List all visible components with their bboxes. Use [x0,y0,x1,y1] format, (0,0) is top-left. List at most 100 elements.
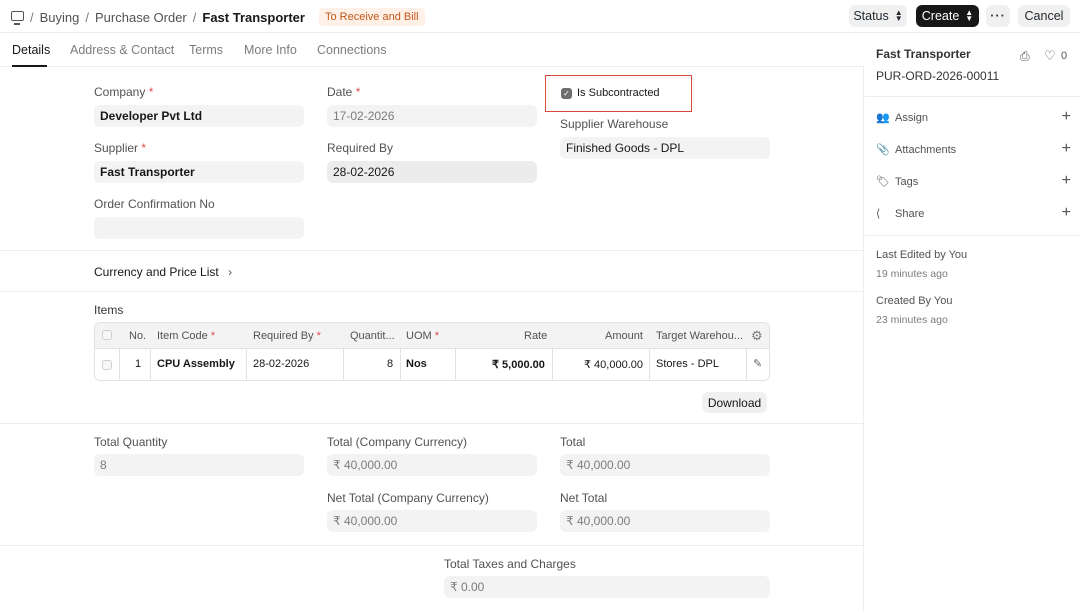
row-rate[interactable]: ₹ 5,000.00 [492,358,545,371]
is-subcontracted-highlight: ✓ Is Subcontracted [545,75,692,112]
printer-icon[interactable]: ⎙ [1020,49,1030,64]
plus-icon[interactable]: + [1062,140,1071,158]
paperclip-icon: 📎 [876,144,890,156]
total-taxes-label: Total Taxes and Charges [444,557,576,571]
col-no: No. [129,330,147,342]
row-item-code[interactable]: CPU Assembly [157,358,235,370]
supplier-warehouse-field[interactable]: Finished Goods - DPL [560,137,770,159]
order-confirmation-field[interactable] [94,217,304,239]
create-button[interactable]: Create ▲ ▼ [916,5,979,27]
col-item-code: Item Code * [157,330,216,342]
section-divider [0,250,864,251]
status-button-label: Status [853,9,889,23]
heart-icon[interactable]: ♡ [1044,48,1056,64]
download-button[interactable]: Download [702,392,767,413]
monitor-icon[interactable] [11,11,24,25]
col-uom: UOM * [406,330,440,342]
total-label: Total [560,435,586,449]
total-taxes-field: ₹ 0.00 [444,576,770,598]
attachments-label: Attachments [895,144,957,156]
row-target-warehouse[interactable]: Stores - DPL [656,358,719,370]
required-by-field[interactable]: 28-02-2026 [327,161,537,183]
more-actions-button[interactable]: ··· [986,5,1010,27]
table-divider [746,349,747,380]
table-divider [455,349,456,380]
row-quantity[interactable]: 8 [387,358,393,370]
breadcrumb-purchase-order[interactable]: Purchase Order [95,10,187,25]
table-divider [246,349,247,380]
plus-icon[interactable]: + [1062,108,1071,126]
created-time: 23 minutes ago [876,314,948,326]
col-required-by: Required By * [253,330,321,342]
company-label: Company * [94,85,154,99]
breadcrumb-separator: / [30,9,34,25]
required-by-label: Required By [327,141,394,155]
tab-address-contact[interactable]: Address & Contact [70,43,174,57]
breadcrumb-buying[interactable]: Buying [40,10,80,25]
supplier-label: Supplier * [94,141,147,155]
total-field: ₹ 40,000.00 [560,454,770,476]
date-field[interactable]: 17-02-2026 [327,105,537,127]
share-label: Share [895,208,925,220]
last-edited-by: Last Edited by You [876,249,968,261]
created-by: Created By You [876,295,953,307]
section-divider [0,291,864,292]
company-field[interactable]: Developer Pvt Ltd [94,105,304,127]
col-quantity: Quantit... [350,330,395,342]
order-confirmation-label: Order Confirmation No [94,197,215,211]
table-divider [552,349,553,380]
items-table: No. Item Code * Required By * Quantit...… [94,322,770,381]
assign-icon: 👥 [876,112,890,124]
row-uom[interactable]: Nos [406,358,427,370]
create-button-label: Create [921,9,960,23]
tab-terms[interactable]: Terms [189,43,223,57]
total-quantity-field: 8 [94,454,304,476]
sidebar-item-attachments[interactable]: 📎 Attachments + [876,140,1071,160]
gear-icon[interactable]: ⚙ [751,328,763,344]
status-badge: To Receive and Bill [318,8,425,26]
items-table-header: No. Item Code * Required By * Quantit...… [95,323,769,349]
tag-icon: 🏷 [876,176,890,188]
row-no: 1 [135,358,142,370]
select-all-checkbox[interactable] [102,330,112,340]
plus-icon[interactable]: + [1062,204,1071,222]
tab-details[interactable]: Details [12,43,50,57]
document-id: PUR-ORD-2026-00011 [876,69,1000,83]
table-divider [649,349,650,380]
items-section-title: Items [94,303,124,317]
row-required-by[interactable]: 28-02-2026 [253,358,309,370]
sidebar-divider [865,96,1080,97]
col-amount: Amount [605,330,643,342]
net-total-field: ₹ 40,000.00 [560,510,770,532]
section-divider [0,423,864,424]
is-subcontracted-label: Is Subcontracted [577,87,660,99]
form-main: Company * Developer Pvt Ltd Date * 17-02… [0,67,864,611]
sidebar-title: Fast Transporter [876,47,971,61]
net-total-company-currency-field: ₹ 40,000.00 [327,510,537,532]
tab-connections[interactable]: Connections [317,43,387,57]
sidebar: Fast Transporter ⎙ ♡ 0 PUR-ORD-2026-0001… [865,34,1080,611]
plus-icon[interactable]: + [1062,172,1071,190]
net-total-label: Net Total [560,491,608,505]
tab-more-info[interactable]: More Info [244,43,297,57]
total-company-currency-label: Total (Company Currency) [327,435,468,449]
table-divider [150,349,151,380]
page-title: Fast Transporter [202,9,305,25]
sidebar-item-share[interactable]: ⟨ Share + [876,204,1071,224]
chevron-right-icon: › [228,265,233,279]
row-amount: ₹ 40,000.00 [584,359,643,371]
table-row[interactable]: 1 CPU Assembly 28-02-2026 8 Nos ₹ 5,000.… [95,349,769,380]
cancel-button[interactable]: Cancel [1018,5,1070,27]
sidebar-item-assign[interactable]: 👥 Assign + [876,108,1071,128]
breadcrumb-separator: / [192,9,197,25]
row-checkbox[interactable] [102,360,112,370]
sidebar-item-tags[interactable]: 🏷 Tags + [876,172,1071,192]
edit-row-icon[interactable]: ✎ [753,357,762,370]
form-tabs: Details Address & Contact Terms More Inf… [0,34,864,67]
status-button[interactable]: Status ▲ ▼ [849,5,907,27]
col-target-warehouse: Target Warehou... [656,330,744,342]
total-quantity-label: Total Quantity [94,435,168,449]
is-subcontracted-checkbox[interactable]: ✓ [561,88,572,99]
supplier-field[interactable]: Fast Transporter [94,161,304,183]
currency-price-list-section[interactable]: Currency and Price List › [94,265,232,279]
